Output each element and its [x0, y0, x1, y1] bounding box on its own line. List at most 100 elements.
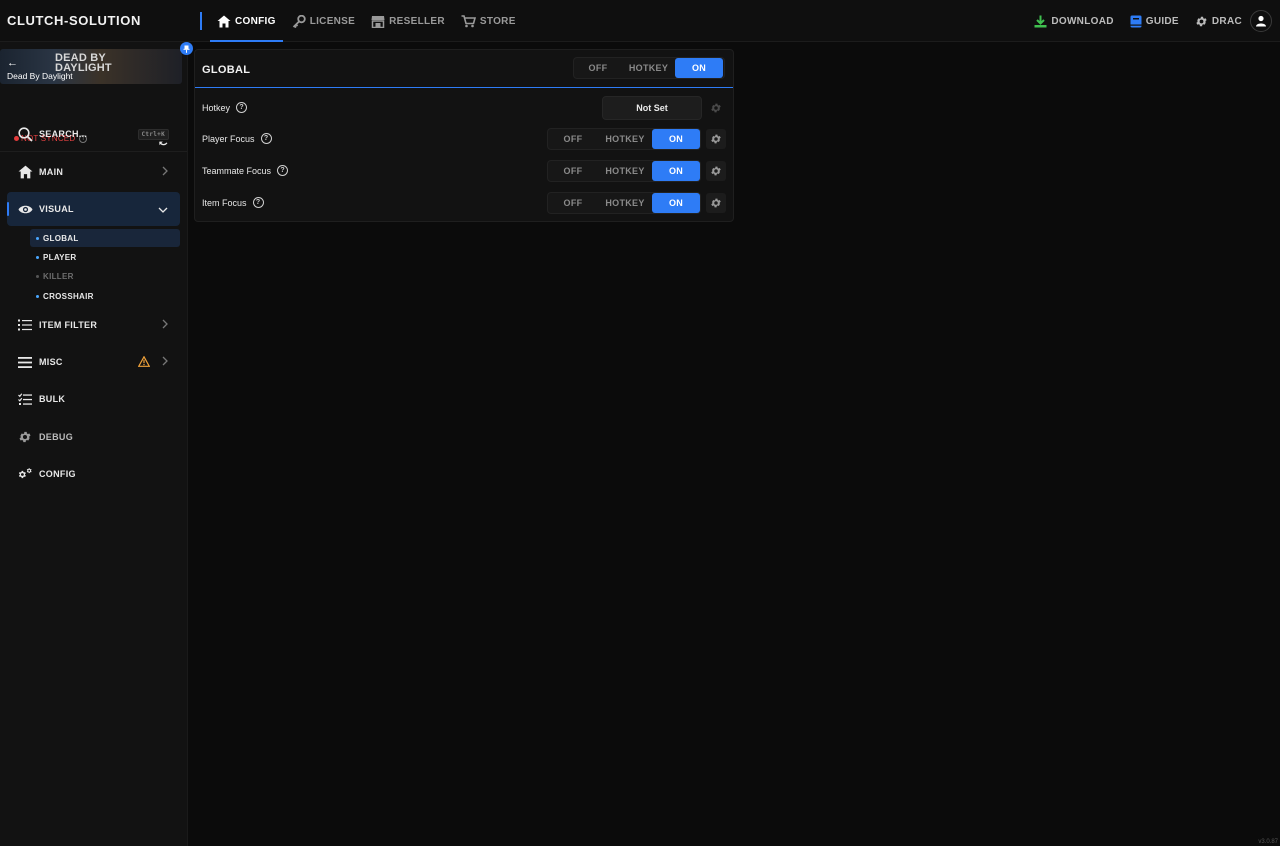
key-icon	[292, 14, 306, 28]
checklist-icon	[17, 391, 33, 407]
sidebar-item-bulk[interactable]: BULK	[7, 382, 180, 416]
item-focus-hotkey-option[interactable]: HOTKEY	[598, 193, 652, 213]
item-focus-row-label: Item Focus ?	[202, 197, 264, 208]
sidebar-item-visual[interactable]: VISUAL	[7, 192, 180, 226]
help-icon[interactable]: ?	[236, 102, 248, 113]
top-right-actions: DOWNLOAD GUIDE DRAC	[1018, 0, 1272, 42]
global-off-option[interactable]: OFF	[574, 58, 622, 78]
download-icon	[1034, 15, 1047, 27]
teammate-focus-settings-button[interactable]	[706, 161, 726, 181]
avatar[interactable]	[1250, 10, 1272, 32]
pin-icon[interactable]	[180, 42, 193, 55]
nav-config-label: CONFIG	[235, 15, 276, 27]
sub-item-player[interactable]: PLAYER	[30, 248, 180, 266]
hotkey-label: Hotkey	[202, 102, 231, 113]
sub-item-killer[interactable]: KILLER	[30, 267, 180, 285]
sidebar-item-item-filter[interactable]: ITEM FILTER	[7, 308, 180, 342]
game-card[interactable]: DEAD BY DAYLIGHT ← Dead By Daylight	[0, 49, 182, 84]
book-icon	[1130, 15, 1142, 27]
chevron-right-icon	[162, 319, 168, 331]
sidebar-item-config[interactable]: CONFIG	[7, 457, 180, 491]
gear-icon	[711, 103, 721, 113]
search-icon	[17, 126, 33, 142]
menu-icon	[17, 354, 33, 370]
item-focus-off-option[interactable]: OFF	[548, 193, 598, 213]
teammate-focus-on-option[interactable]: ON	[652, 161, 700, 181]
hotkey-row-label: Hotkey ?	[202, 102, 248, 113]
player-focus-on-option[interactable]: ON	[652, 129, 700, 149]
brand-divider	[200, 12, 202, 30]
sub-item-global[interactable]: GLOBAL	[30, 229, 180, 247]
back-arrow-icon[interactable]: ←	[7, 57, 18, 69]
cart-icon	[461, 14, 476, 27]
list-icon	[17, 317, 33, 333]
global-hotkey-option[interactable]: HOTKEY	[622, 58, 675, 78]
teammate-focus-off-option[interactable]: OFF	[548, 161, 598, 181]
chevron-right-icon	[162, 166, 168, 178]
guide-button[interactable]: GUIDE	[1130, 15, 1179, 28]
sidebar-item-debug[interactable]: DEBUG	[7, 420, 180, 454]
bullet-icon	[36, 294, 39, 298]
item-focus-label: Item Focus	[202, 197, 247, 208]
player-focus-label: Player Focus	[202, 133, 255, 144]
global-mode-toggle: OFF HOTKEY ON	[573, 57, 725, 79]
sub-item-crosshair[interactable]: CROSSHAIR	[30, 287, 180, 305]
help-icon[interactable]: ?	[252, 197, 264, 208]
gear-icon	[17, 429, 33, 445]
sidebar-search[interactable]: SEARCH... Ctrl+K	[7, 117, 180, 151]
sidebar-item-label: DEBUG	[39, 432, 74, 442]
player-focus-hotkey-option[interactable]: HOTKEY	[598, 129, 652, 149]
global-settings-panel: GLOBAL OFF HOTKEY ON Hotkey ? Not Set Pl…	[194, 49, 734, 222]
nav-reseller[interactable]: RESELLER	[364, 0, 452, 42]
help-icon[interactable]: ?	[277, 165, 289, 176]
version-label: v3.0.87	[1258, 839, 1278, 845]
hotkey-settings-button[interactable]	[706, 98, 726, 118]
bullet-icon	[36, 236, 39, 240]
teammate-focus-hotkey-option[interactable]: HOTKEY	[598, 161, 652, 181]
gear-icon	[711, 166, 721, 176]
hotkey-binding-button[interactable]: Not Set	[602, 96, 702, 120]
player-focus-off-option[interactable]: OFF	[548, 129, 598, 149]
gear-icon	[711, 134, 721, 144]
sub-item-label: KILLER	[43, 271, 74, 281]
sub-item-label: PLAYER	[43, 252, 77, 262]
sidebar-item-main[interactable]: MAIN	[7, 155, 180, 189]
search-shortcut: Ctrl+K	[137, 129, 169, 140]
game-name: Dead By Daylight	[7, 71, 73, 81]
help-icon[interactable]: ?	[260, 133, 272, 144]
sidebar-item-label: MISC	[39, 357, 63, 367]
chevron-down-icon	[158, 205, 168, 215]
store-icon	[371, 15, 385, 28]
guide-label: GUIDE	[1145, 15, 1179, 27]
download-button[interactable]: DOWNLOAD	[1034, 15, 1113, 28]
nav-config[interactable]: CONFIG	[210, 0, 283, 42]
sub-item-label: CROSSHAIR	[43, 291, 94, 301]
player-focus-settings-button[interactable]	[706, 129, 726, 149]
teammate-focus-row-label: Teammate Focus ?	[202, 165, 289, 176]
player-focus-toggle: OFF HOTKEY ON	[547, 128, 701, 150]
game-logo: DEAD BY DAYLIGHT	[55, 53, 112, 74]
sidebar-item-misc[interactable]: MISC	[7, 345, 180, 379]
panel-title: GLOBAL	[202, 64, 251, 76]
teammate-focus-label: Teammate Focus	[202, 165, 272, 176]
global-on-option[interactable]: ON	[675, 58, 723, 78]
nav-store[interactable]: STORE	[454, 0, 523, 42]
panel-header: GLOBAL OFF HOTKEY ON	[195, 50, 733, 88]
bullet-icon	[36, 274, 39, 278]
item-focus-settings-button[interactable]	[706, 193, 726, 213]
item-focus-on-option[interactable]: ON	[652, 193, 700, 213]
teammate-focus-toggle: OFF HOTKEY ON	[547, 160, 701, 182]
gears-icon	[17, 466, 33, 482]
search-label: SEARCH...	[39, 129, 88, 139]
player-focus-row-label: Player Focus ?	[202, 133, 272, 144]
nav-license[interactable]: LICENSE	[285, 0, 362, 42]
user-name-label: DRAC	[1211, 15, 1242, 27]
download-label: DOWNLOAD	[1051, 15, 1114, 27]
sub-item-label: GLOBAL	[43, 233, 79, 243]
warning-icon	[137, 355, 151, 369]
user-settings-button[interactable]: DRAC	[1195, 15, 1242, 28]
sidebar-item-label: MAIN	[39, 167, 64, 177]
eye-icon	[17, 201, 33, 217]
home-icon	[17, 164, 33, 180]
user-icon	[1256, 15, 1266, 27]
